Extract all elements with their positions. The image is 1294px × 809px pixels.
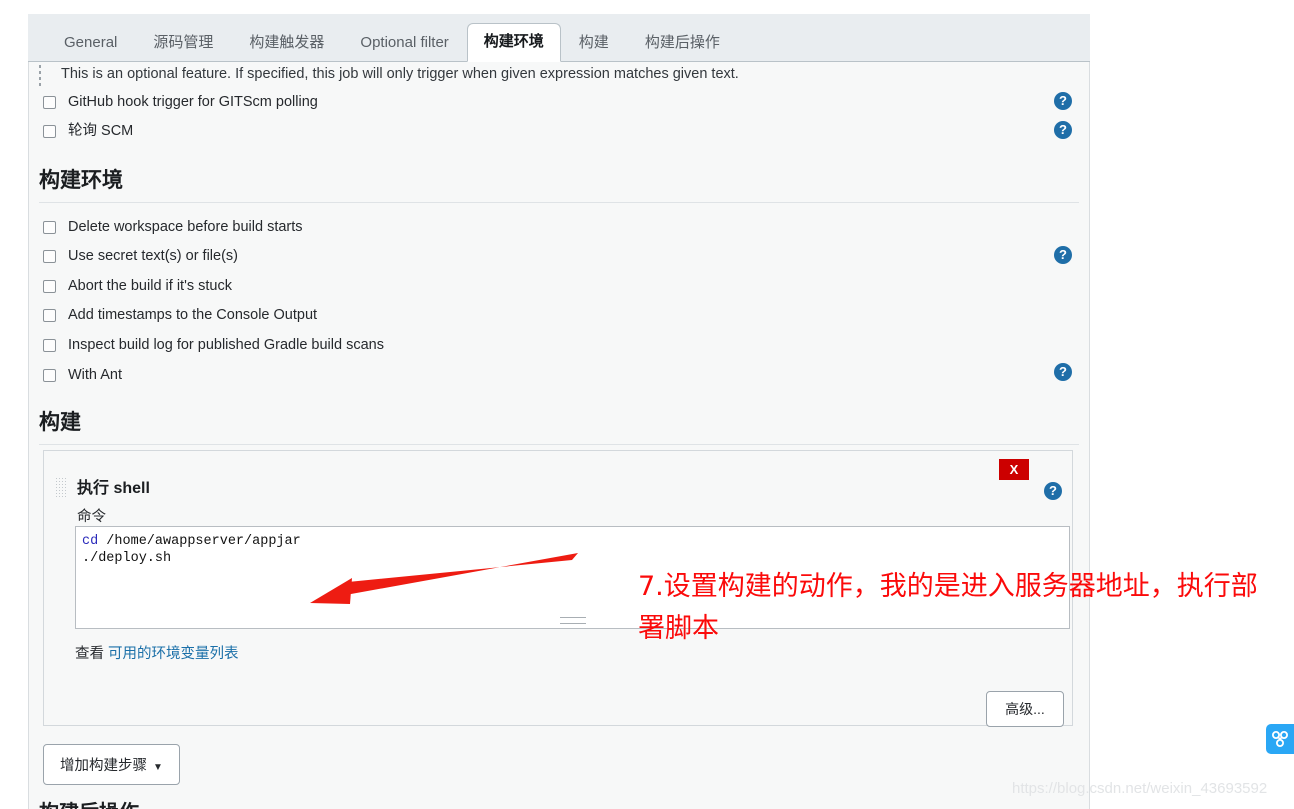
help-icon-execute-shell[interactable]: ? (1044, 482, 1062, 500)
tab-build[interactable]: 构建 (561, 25, 627, 62)
command-textarea-content: cd /home/awappserver/appjar ./deploy.sh (82, 533, 1069, 567)
command-field-label: 命令 (77, 509, 106, 525)
checkbox-label-with-ant: With Ant (68, 367, 122, 383)
checkbox-row-poll-scm[interactable]: 轮询 SCM (43, 123, 133, 139)
tab-build-triggers[interactable]: 构建触发器 (231, 25, 342, 62)
delete-build-step-button[interactable]: X (999, 459, 1029, 480)
section-title-post-build-actions-partial: 构建后操作 (39, 800, 139, 809)
checkbox-label-use-secret-text: Use secret text(s) or file(s) (68, 248, 238, 264)
env-variables-link[interactable]: 可用的环境变量列表 (108, 646, 239, 662)
tab-source-management[interactable]: 源码管理 (135, 25, 231, 62)
command-line1-rest: /home/awappserver/appjar (98, 534, 301, 549)
command-line2: ./deploy.sh (82, 551, 172, 566)
checkbox-label-inspect-gradle-scans: Inspect build log for published Gradle b… (68, 337, 384, 353)
help-icon-github-hook-trigger[interactable]: ? (1054, 92, 1072, 110)
share-nodes-icon (1272, 731, 1288, 747)
annotation-text: 7.设置构建的动作，我的是进入服务器地址，执行部署脚本 (638, 571, 1258, 644)
checkbox-row-inspect-gradle-scans[interactable]: Inspect build log for published Gradle b… (43, 337, 384, 353)
checkbox-row-github-hook-trigger[interactable]: GitHub hook trigger for GITScm polling (43, 94, 318, 110)
section-divider (39, 202, 1079, 203)
checkbox-github-hook-trigger[interactable] (43, 95, 56, 109)
checkbox-label-delete-workspace: Delete workspace before build starts (68, 219, 303, 235)
checkbox-label-poll-scm: 轮询 SCM (68, 123, 134, 139)
add-build-step-label: 增加构建步骤 (60, 758, 147, 774)
checkbox-delete-workspace[interactable] (43, 220, 56, 234)
checkbox-use-secret-text[interactable] (43, 249, 56, 263)
help-icon-with-ant[interactable]: ? (1054, 363, 1072, 381)
checkbox-poll-scm[interactable] (43, 124, 56, 138)
textarea-resize-grip[interactable] (559, 617, 586, 624)
tab-optional-filter[interactable]: Optional filter (342, 25, 466, 62)
help-icon-poll-scm[interactable]: ? (1054, 121, 1072, 139)
checkbox-row-with-ant[interactable]: With Ant (43, 367, 122, 383)
build-step-title: 执行 shell (77, 480, 150, 497)
checkbox-inspect-gradle-scans[interactable] (43, 338, 56, 352)
tab-build-environment[interactable]: 构建环境 (466, 23, 561, 62)
section-build-heading: 构建 (39, 410, 1079, 445)
watermark-text: https://blog.csdn.net/weixin_43693592 (1012, 780, 1268, 797)
checkbox-label-abort-if-stuck: Abort the build if it's stuck (68, 278, 232, 294)
help-icon-use-secret-text[interactable]: ? (1054, 246, 1072, 264)
add-build-step-button[interactable]: 增加构建步骤 ▼ (43, 744, 180, 785)
jenkins-job-config-page: General 源码管理 构建触发器 Optional filter 构建环境 … (0, 0, 1294, 809)
config-tab-bar: General 源码管理 构建触发器 Optional filter 构建环境 … (28, 14, 1090, 62)
section-divider (39, 444, 1079, 445)
checkbox-row-abort-if-stuck[interactable]: Abort the build if it's stuck (43, 278, 232, 294)
chevron-down-icon: ▼ (153, 762, 163, 773)
tab-post-build-actions[interactable]: 构建后操作 (627, 25, 738, 62)
section-title-build: 构建 (39, 411, 81, 434)
checkbox-add-timestamps[interactable] (43, 308, 56, 322)
section-title-build-environment: 构建环境 (39, 169, 123, 192)
command-keyword: cd (82, 534, 99, 549)
checkbox-with-ant[interactable] (43, 368, 56, 382)
checkbox-label-add-timestamps: Add timestamps to the Console Output (68, 307, 318, 323)
section-build-environment-heading: 构建环境 (39, 168, 1079, 203)
checkbox-abort-if-stuck[interactable] (43, 279, 56, 293)
dotted-guide-line (39, 65, 41, 89)
optional-feature-note-text: This is an optional feature. If specifie… (61, 66, 739, 82)
drag-handle-icon[interactable] (55, 477, 67, 499)
checkbox-row-use-secret-text[interactable]: Use secret text(s) or file(s) (43, 248, 238, 264)
config-content-panel: This is an optional feature. If specifie… (28, 62, 1090, 809)
checkbox-row-delete-workspace[interactable]: Delete workspace before build starts (43, 219, 303, 235)
checkbox-label-github-hook-trigger: GitHub hook trigger for GITScm polling (68, 94, 318, 110)
tab-general[interactable]: General (46, 25, 135, 62)
share-widget-button[interactable] (1266, 724, 1294, 754)
env-link-prefix: 查看 (75, 646, 104, 662)
checkbox-row-add-timestamps[interactable]: Add timestamps to the Console Output (43, 307, 317, 323)
env-variables-link-row: 查看 可用的环境变量列表 (75, 645, 239, 663)
advanced-button[interactable]: 高级... (986, 691, 1064, 727)
optional-feature-note: This is an optional feature. If specifie… (39, 64, 739, 89)
